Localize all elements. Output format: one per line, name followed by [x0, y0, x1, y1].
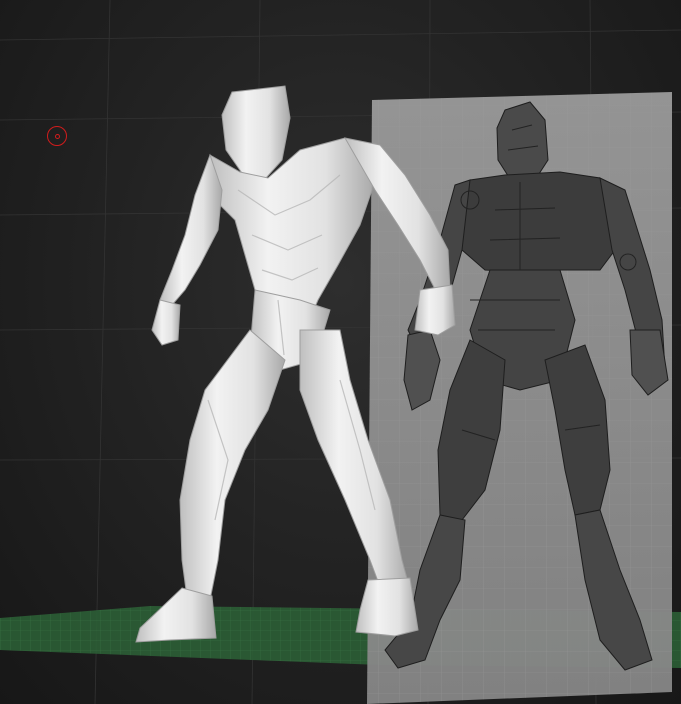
- scene-canvas[interactable]: [0, 0, 681, 704]
- circle-cursor-icon: [47, 126, 67, 146]
- sculpt-viewport[interactable]: [0, 0, 681, 704]
